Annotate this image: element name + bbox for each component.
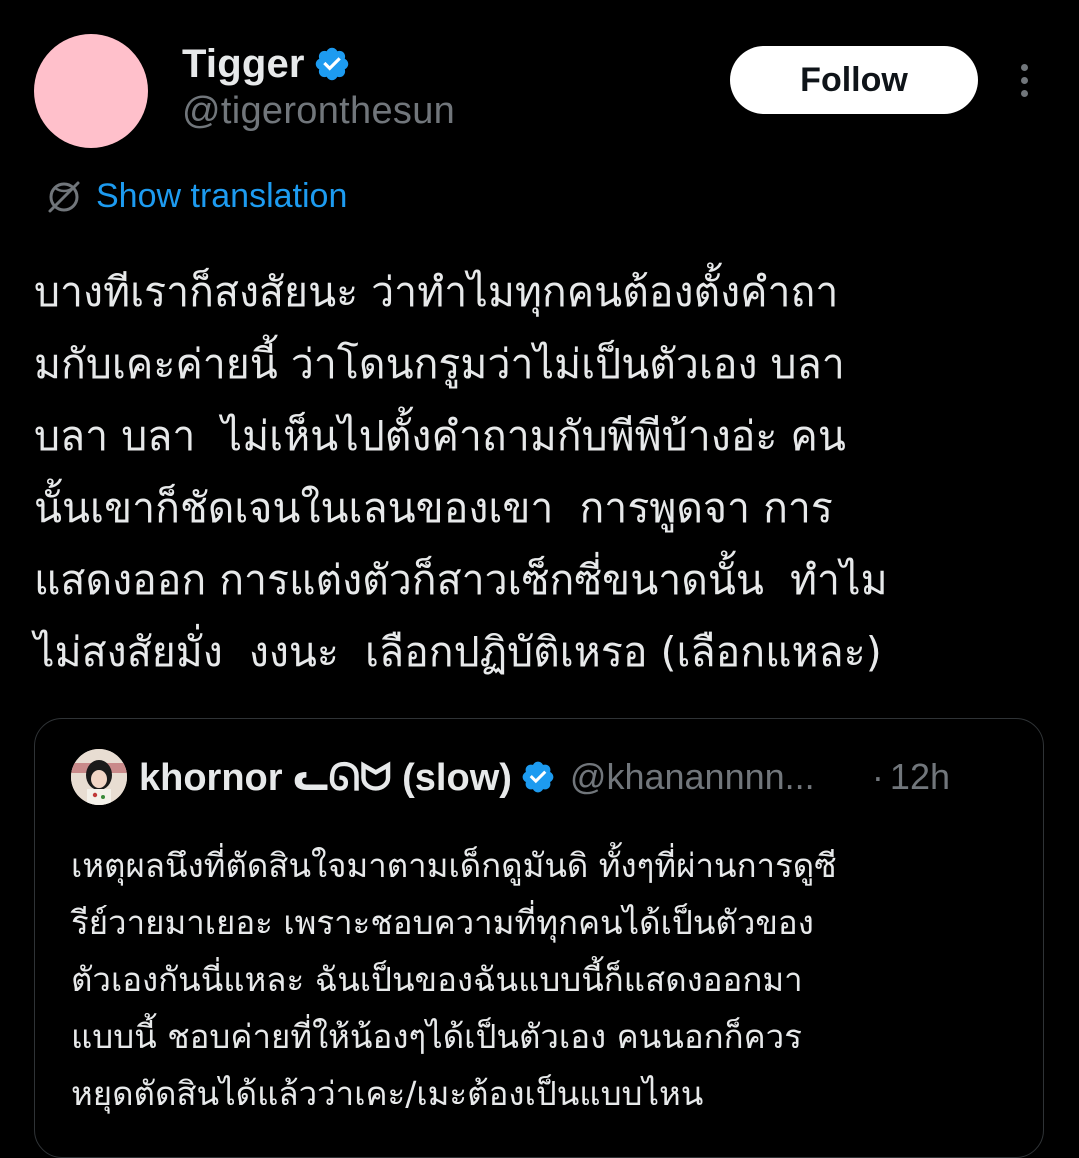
post-text-line: แสดงออก การแต่งตัวก็สาวเซ็กซี่ขนาดนั้น ท… xyxy=(34,556,888,604)
more-dot xyxy=(1020,89,1028,97)
post-body-text: บางทีเราก็สงสัยนะ ว่าทำไมทุกคนต้องตั้งคำ… xyxy=(34,256,1044,688)
quote-text-line: แบบนี้ ชอบค่ายที่ให้น้องๆได้เป็นตัวเอง ค… xyxy=(71,1017,802,1056)
author-name[interactable]: Tigger xyxy=(182,42,305,87)
quote-separator: · xyxy=(871,756,884,797)
post-text-line: ไม่สงสัยมั่ง งงนะ เลือกปฏิบัติเหรอ (เลือ… xyxy=(34,628,882,676)
author-name-row: Tigger xyxy=(182,38,351,90)
quote-header: khornor ᓚᘏᗢ (slow) @khanannnn... · 12h xyxy=(139,749,950,805)
post-text-line: บลา บลา ไม่เห็นไปตั้งคำถามกับพีพีบ้างอ่ะ… xyxy=(34,412,846,460)
post-card: Tigger @tigeronthesun Follow Show transl… xyxy=(0,0,1079,1158)
quote-avatar-image xyxy=(71,749,127,805)
more-options-icon[interactable] xyxy=(1004,58,1044,102)
quote-author-handle[interactable]: @khanannnn... xyxy=(570,756,862,798)
verified-badge-icon xyxy=(315,47,348,81)
more-dot xyxy=(1020,76,1028,84)
quote-body-text: เหตุผลนึงที่ตัดสินใจมาตามเด็กดูมันดิ ทั้… xyxy=(71,837,1021,1122)
verified-badge-icon xyxy=(522,761,554,793)
author-handle[interactable]: @tigeronthesun xyxy=(182,90,455,133)
quote-author-avatar[interactable] xyxy=(71,749,127,805)
post-text-line: มกับเคะค่ายนี้ ว่าโดนกรูมว่าไม่เป็นตัวเอ… xyxy=(34,340,845,388)
author-avatar[interactable] xyxy=(34,34,148,148)
post-text-line: นั้นเขาก็ชัดเจนในเลนของเขา การพูดจา การ xyxy=(34,484,833,532)
quote-text-line: ตัวเองกันนี่แหละ ฉันเป็นของฉันแบบนี้ก็แส… xyxy=(71,960,803,999)
more-dot xyxy=(1020,63,1028,71)
quote-timestamp[interactable]: 12h xyxy=(890,756,950,798)
quote-text-line: หยุดตัดสินได้แล้วว่าเคะ/เมะต้องเป็นแบบไห… xyxy=(71,1074,704,1113)
show-translation-label[interactable]: Show translation xyxy=(96,177,347,216)
translate-globe-icon xyxy=(48,181,80,213)
quote-text-line: รีย์วายมาเยอะ เพราะชอบความที่ทุกคนได้เป็… xyxy=(71,903,814,942)
follow-button[interactable]: Follow xyxy=(730,46,978,114)
post-text-line: บางทีเราก็สงสัยนะ ว่าทำไมทุกคนต้องตั้งคำ… xyxy=(34,268,839,316)
quote-text-line: เหตุผลนึงที่ตัดสินใจมาตามเด็กดูมันดิ ทั้… xyxy=(71,846,837,885)
quote-author-name[interactable]: khornor ᓚᘏᗢ (slow) xyxy=(139,755,512,800)
quoted-post-card[interactable]: khornor ᓚᘏᗢ (slow) @khanannnn... · 12h เ… xyxy=(34,718,1044,1158)
show-translation-link[interactable]: Show translation xyxy=(44,172,347,220)
